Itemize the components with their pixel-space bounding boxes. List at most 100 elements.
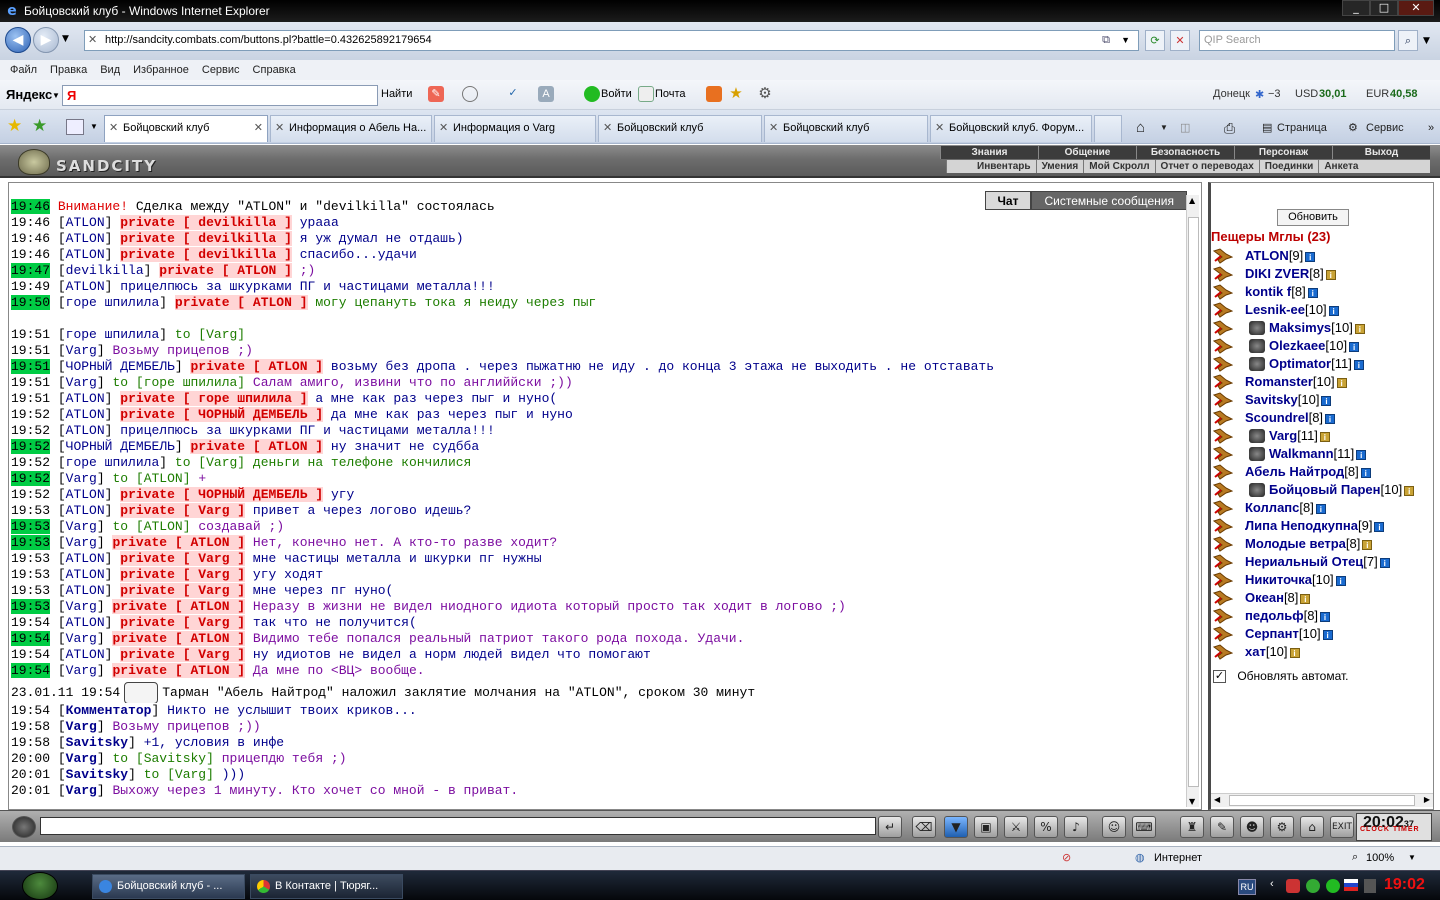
nick-name[interactable]: ATLON (66, 583, 105, 598)
user-link[interactable]: Молодые ветра[8] i (1245, 535, 1373, 553)
info-icon[interactable]: i (1379, 557, 1390, 568)
private-target[interactable]: private [ ATLON ] (190, 439, 324, 454)
chat-nick[interactable]: [ЧОРНЫЙ ДЕМБЕЛЬ] (58, 439, 183, 454)
clan-emblem-icon[interactable] (1249, 447, 1265, 461)
user-link[interactable]: Липа Неподкупна[9] i (1245, 517, 1385, 535)
clan-emblem-icon[interactable] (1249, 483, 1265, 497)
nick-name[interactable]: Varg (66, 663, 97, 678)
user-link[interactable]: Коллапс[8] i (1245, 499, 1326, 517)
menu-file[interactable]: Файл (10, 64, 37, 76)
chat-nick[interactable]: [Savitsky] (58, 767, 136, 782)
filter-icon[interactable]: ▼ (944, 816, 968, 838)
nick-name[interactable]: Varg (66, 783, 97, 798)
info-icon[interactable]: i (1356, 449, 1367, 460)
tab-3[interactable]: ✕ Информация о Varg (434, 115, 596, 142)
tab-list-dropdown-icon[interactable]: ▼ (90, 122, 98, 131)
chat-nick[interactable]: [ATLON] (58, 567, 113, 582)
nick-name[interactable]: Varg (66, 471, 97, 486)
chat-nick[interactable]: [ЧОРНЫЙ ДЕМБЕЛЬ] (58, 359, 183, 374)
private-target[interactable]: private [ ATLON ] (159, 263, 292, 278)
user-name[interactable]: Lesnik-ee (1245, 302, 1305, 317)
user-name[interactable]: Varg (1269, 428, 1297, 443)
nick-name[interactable]: Varg (66, 519, 97, 534)
info-icon[interactable]: i (1322, 629, 1333, 640)
menu-tools[interactable]: Сервис (202, 64, 240, 76)
comment-icon[interactable] (462, 86, 478, 102)
sound-icon[interactable]: ♪ (1064, 816, 1088, 838)
minimize-button[interactable]: _ (1342, 0, 1370, 16)
chat-nick[interactable]: [ATLON] (58, 407, 113, 422)
page-menu[interactable]: Страница (1277, 118, 1327, 138)
nick-name[interactable]: ATLON (66, 247, 105, 262)
user-name[interactable]: Нериальный Отец (1245, 554, 1363, 569)
tab-2[interactable]: ✕ Информация о Абель На... (270, 115, 432, 142)
info-icon[interactable]: i (1319, 431, 1330, 442)
user-name[interactable]: Молодые ветра (1245, 536, 1346, 551)
task-ie[interactable]: Бойцовский клуб - ... (92, 874, 245, 899)
private-target[interactable]: private [ ЧОРНЫЙ ДЕМБЕЛЬ ] (120, 487, 324, 502)
chat-nick[interactable]: [ATLON] (58, 247, 113, 262)
menu-skills[interactable]: Умения (1035, 160, 1084, 173)
private-sword-icon[interactable] (1212, 428, 1234, 444)
nick-name[interactable]: ЧОРНЫЙ ДЕМБЕЛЬ (66, 439, 175, 454)
chat-nick[interactable]: [Varg] (58, 375, 105, 390)
private-sword-icon[interactable] (1212, 626, 1234, 642)
chat-time[interactable]: 19:53 (11, 599, 51, 614)
menu-knowledge[interactable]: Знания (940, 146, 1038, 159)
info-icon[interactable]: i (1349, 341, 1360, 352)
user-link[interactable]: Savitsky[10] i (1245, 391, 1332, 409)
home-icon[interactable]: ⌂ (1136, 118, 1145, 138)
menu-communication[interactable]: Общение (1038, 146, 1136, 159)
tray-qip-icon[interactable] (1326, 879, 1340, 893)
scroll-left-icon[interactable]: ◀ (1214, 795, 1220, 804)
yandex-search-input[interactable]: Я (62, 85, 378, 106)
chat-nick[interactable]: [Varg] (58, 631, 105, 646)
chat-nick[interactable]: [горе шпилила] (58, 327, 167, 342)
private-sword-icon[interactable] (1212, 590, 1234, 606)
task-chrome[interactable]: В Контакте | Тюряг... (250, 874, 403, 899)
menu-help[interactable]: Справка (253, 64, 296, 76)
address-bar[interactable]: ✕ http://sandcity.combats.com/buttons.pl… (84, 30, 1139, 51)
private-target[interactable]: private [ ATLON ] (112, 663, 246, 678)
chat-nick[interactable]: [ATLON] (58, 231, 113, 246)
chat-time[interactable]: 19:46 (11, 199, 51, 214)
private-sword-icon[interactable] (1212, 482, 1234, 498)
history-dropdown-icon[interactable]: ▼ (62, 34, 69, 44)
nick-name[interactable]: Varg (66, 375, 97, 390)
private-sword-icon[interactable] (1212, 446, 1234, 462)
scroll-up-icon[interactable]: ▲ (1189, 196, 1195, 205)
nick-name[interactable]: ATLON (66, 615, 105, 630)
private-sword-icon[interactable] (1212, 410, 1234, 426)
info-icon[interactable]: i (1404, 485, 1415, 496)
auto-refresh-checkbox[interactable]: ✓ (1213, 670, 1226, 684)
tray-network-icon[interactable] (1364, 879, 1376, 893)
chat-nick[interactable]: [ATLON] (58, 215, 113, 230)
private-target[interactable]: private [ ATLON ] (190, 359, 324, 374)
addon-icon[interactable] (706, 86, 722, 102)
room-hscrollbar[interactable]: ◀ ▶ (1211, 793, 1433, 807)
nick-name[interactable]: ATLON (66, 407, 105, 422)
info-icon[interactable]: i (1321, 395, 1332, 406)
private-sword-icon[interactable] (1212, 608, 1234, 624)
chat-time[interactable]: 19:53 (11, 551, 50, 566)
private-target[interactable]: private [ Varg ] (120, 583, 246, 598)
tab-6[interactable]: ✕ Бойцовский клуб. Форум... (930, 115, 1092, 142)
private-target[interactable]: private [ devilkilla ] (120, 231, 292, 246)
nick-name[interactable]: ATLON (66, 423, 105, 438)
search-icon[interactable]: ⌕ (1398, 30, 1418, 51)
yandex-dropdown-icon[interactable]: ▼ (52, 91, 60, 100)
to-target[interactable]: to [Varg] (175, 455, 245, 470)
private-sword-icon[interactable] (1212, 284, 1234, 300)
add-favorite-icon[interactable]: ★ (32, 116, 47, 136)
tray-icq-icon[interactable] (1306, 879, 1320, 893)
refresh-button[interactable]: Обновить (1277, 209, 1349, 226)
hscroll-thumb[interactable] (1229, 795, 1415, 806)
info-icon[interactable]: i (1307, 287, 1318, 298)
tab-5[interactable]: ✕ Бойцовский клуб (764, 115, 928, 142)
info-icon[interactable]: i (1360, 467, 1371, 478)
user-link[interactable]: Абель Найтрод[8] i (1245, 463, 1371, 481)
user-link[interactable]: хат[10] i (1245, 643, 1300, 661)
user-link[interactable]: Бойцовый Парен[10] i (1269, 481, 1415, 499)
nick-name[interactable]: ATLON (66, 279, 105, 294)
info-icon[interactable]: i (1353, 359, 1364, 370)
